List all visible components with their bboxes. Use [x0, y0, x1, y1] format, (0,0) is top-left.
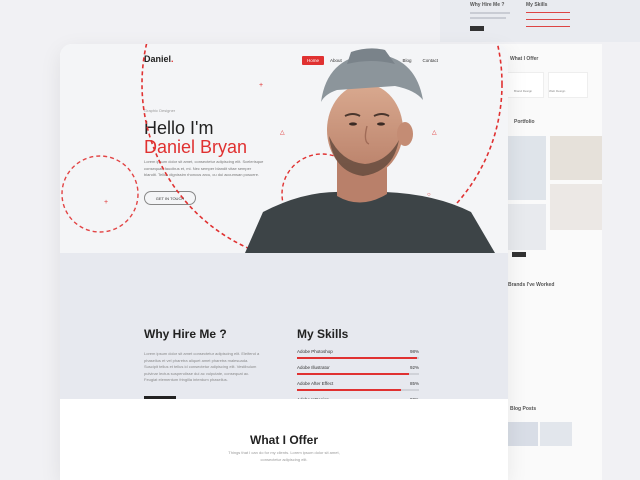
bg-offer-item-brand: Brand Design: [514, 89, 533, 93]
skill-bar: Adobe Photoshop 98%: [297, 349, 419, 363]
bg-offer-item-web: Web Design: [549, 89, 566, 93]
bg-offer-heading: What I Offer: [510, 56, 539, 62]
bg-portfolio-heading: Portfolio: [514, 119, 535, 125]
skill-fill: [297, 373, 410, 375]
bg-brands-heading: Brands I've Worked: [508, 282, 555, 288]
skill-fill: [297, 389, 401, 391]
hero-portrait-image: [245, 48, 495, 253]
skill-name: Adobe Illustrator: [297, 365, 330, 370]
skill-track: [297, 373, 419, 375]
skill-track: [297, 389, 419, 391]
background-page-top: Why Hire Me ? My Skills: [440, 0, 640, 42]
skill-name: Adobe After Effect: [297, 381, 334, 386]
skill-value: 85%: [409, 381, 419, 386]
skill-value: 92%: [409, 365, 419, 370]
website-mockup-card: Daniel. Home About Services Work Blog Co…: [60, 44, 508, 480]
about-skills-section: Why Hire Me ? Lorem ipsum dolor sit amet…: [60, 253, 508, 408]
offer-description: Things that I can do for my clients. Lor…: [228, 450, 340, 462]
bg-skills-heading: My Skills: [526, 2, 548, 8]
background-page-right: What I Offer Brand Design Web Design Por…: [498, 44, 602, 480]
skill-name: Adobe Photoshop: [297, 349, 333, 354]
skill-bar: Adobe After Effect 85%: [297, 381, 419, 395]
offer-section: What I Offer Things that I can do for my…: [60, 399, 508, 480]
offer-title: What I Offer: [250, 433, 318, 447]
skill-fill: [297, 357, 417, 359]
why-hire-title: Why Hire Me ?: [144, 327, 227, 341]
hero-section: Daniel. Home About Services Work Blog Co…: [60, 44, 508, 253]
my-skills-title: My Skills: [297, 327, 349, 341]
bg-why-heading: Why Hire Me ?: [470, 2, 505, 8]
skill-value: 98%: [409, 349, 419, 354]
skill-bar: Adobe Illustrator 92%: [297, 365, 419, 379]
skill-track: [297, 357, 419, 359]
bg-blog-heading: Blog Posts: [510, 406, 537, 412]
why-hire-text: Lorem ipsum dolor sit amet consectetur a…: [144, 351, 260, 382]
plus-marker-icon: +: [104, 199, 109, 206]
